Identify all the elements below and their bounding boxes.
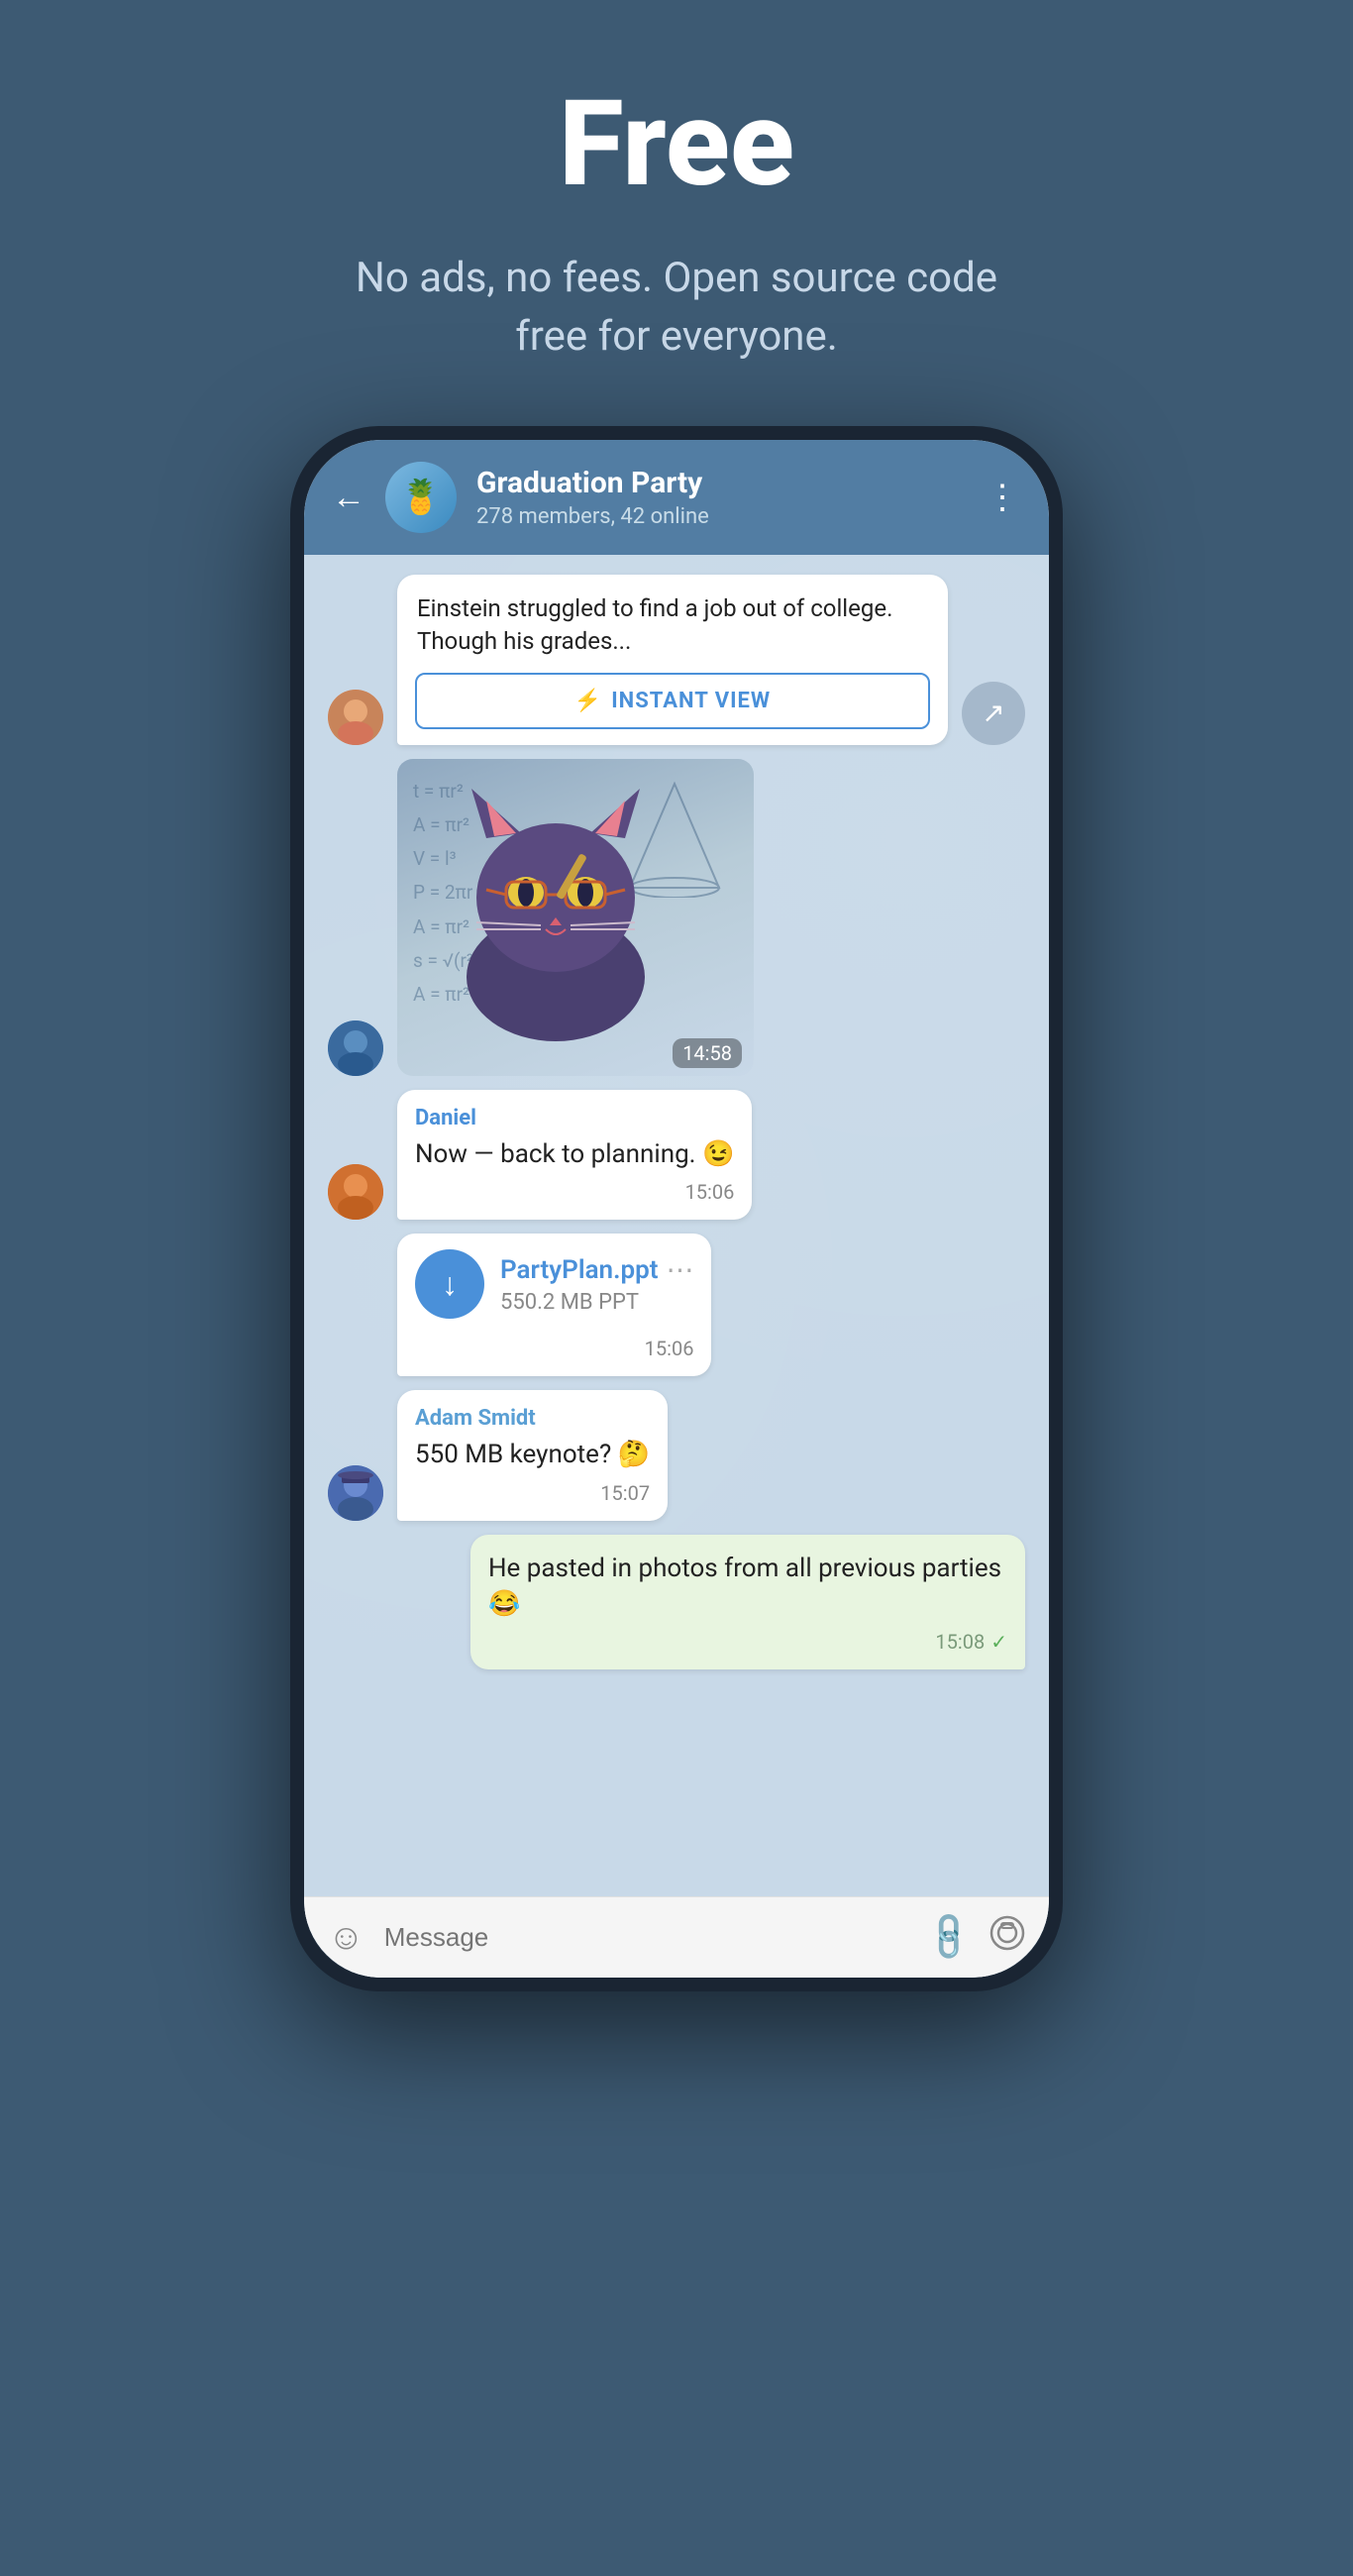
more-options-button[interactable]: ⋮ [986, 478, 1021, 517]
avatar [328, 1465, 383, 1521]
message-input-bar: ☺ 🔗 [304, 1896, 1049, 1978]
message-bubble: Daniel Now — back to planning. 😉 15:06 [397, 1090, 752, 1220]
message-text: 550 MB keynote? 🤔 [415, 1437, 650, 1472]
avatar [328, 690, 383, 745]
message-time: 15:07 [600, 1481, 650, 1505]
phone-inner: ← 🍍 Graduation Party 278 members, 42 onl… [304, 440, 1049, 1978]
download-icon: ↓ [442, 1265, 458, 1303]
group-avatar: 🍍 [385, 462, 457, 533]
phone-wrapper: ← 🍍 Graduation Party 278 members, 42 onl… [290, 426, 1063, 1991]
read-receipt-icon: ✓ [990, 1630, 1007, 1654]
share-icon: ↗ [982, 697, 1004, 729]
sticker-image: t = πr²A = πr²V = l³P = 2πrA = πr²s = √(… [397, 759, 754, 1076]
download-button[interactable]: ↓ [415, 1249, 484, 1319]
table-row: ↓ PartyPlan.ppt ⋯ 550.2 MB PPT [328, 1234, 1025, 1376]
hero-section: Free No ads, no fees. Open source code f… [0, 0, 1353, 426]
message-time: 15:08 [935, 1630, 985, 1654]
table-row: Adam Smidt 550 MB keynote? 🤔 15:07 [328, 1390, 1025, 1520]
avatar [328, 1164, 383, 1220]
message-text: He pasted in photos from all previous pa… [488, 1551, 1007, 1623]
chat-body: Einstein struggled to find a job out of … [304, 555, 1049, 1978]
instant-view-button[interactable]: ⚡ INSTANT VIEW [415, 673, 930, 729]
avatar [328, 1020, 383, 1076]
message-time: 14:58 [673, 1038, 742, 1068]
share-button[interactable]: ↗ [962, 682, 1025, 745]
group-avatar-image: 🍍 [385, 462, 457, 533]
chat-info: Graduation Party 278 members, 42 online [476, 466, 966, 529]
file-size: 550.2 MB PPT [500, 1290, 693, 1315]
message-bubble: Adam Smidt 550 MB keynote? 🤔 15:07 [397, 1390, 668, 1520]
sticker-container: t = πr²A = πr²V = l³P = 2πrA = πr²s = √(… [397, 759, 754, 1076]
lightning-icon: ⚡ [574, 689, 601, 713]
instant-view-label: INSTANT VIEW [611, 689, 771, 713]
article-bubble: Einstein struggled to find a job out of … [397, 575, 948, 745]
message-input[interactable] [384, 1922, 908, 1953]
chat-header: ← 🍍 Graduation Party 278 members, 42 onl… [304, 440, 1049, 555]
hero-subtitle: No ads, no fees. Open source code free f… [330, 250, 1023, 367]
file-options-button[interactable]: ⋯ [666, 1253, 693, 1286]
file-bubble: ↓ PartyPlan.ppt ⋯ 550.2 MB PPT [397, 1234, 711, 1376]
message-time: 15:06 [685, 1180, 735, 1204]
table-row: He pasted in photos from all previous pa… [328, 1535, 1025, 1670]
table-row: t = πr²A = πr²V = l³P = 2πrA = πr²s = √(… [328, 759, 1025, 1076]
messages-list: Einstein struggled to find a job out of … [304, 555, 1049, 1896]
article-preview-text: Einstein struggled to find a job out of … [397, 575, 948, 673]
group-name: Graduation Party [476, 466, 966, 500]
back-button[interactable]: ← [332, 478, 365, 517]
emoji-button[interactable]: ☺ [328, 1916, 364, 1958]
self-message-bubble: He pasted in photos from all previous pa… [470, 1535, 1025, 1670]
sender-name: Daniel [415, 1106, 734, 1130]
file-name: PartyPlan.ppt [500, 1255, 658, 1285]
attach-button[interactable]: 🔗 [920, 1908, 978, 1966]
message-time: 15:06 [645, 1337, 694, 1360]
phone-frame: ← 🍍 Graduation Party 278 members, 42 onl… [290, 426, 1063, 1991]
camera-button[interactable] [989, 1915, 1025, 1960]
hero-title: Free [0, 79, 1353, 210]
cat-sticker-svg [427, 779, 684, 1046]
table-row: Einstein struggled to find a job out of … [328, 575, 1025, 745]
message-text: Now — back to planning. 😉 [415, 1136, 734, 1172]
group-status: 278 members, 42 online [476, 504, 966, 529]
table-row: Daniel Now — back to planning. 😉 15:06 [328, 1090, 1025, 1220]
sender-name: Adam Smidt [415, 1406, 650, 1431]
